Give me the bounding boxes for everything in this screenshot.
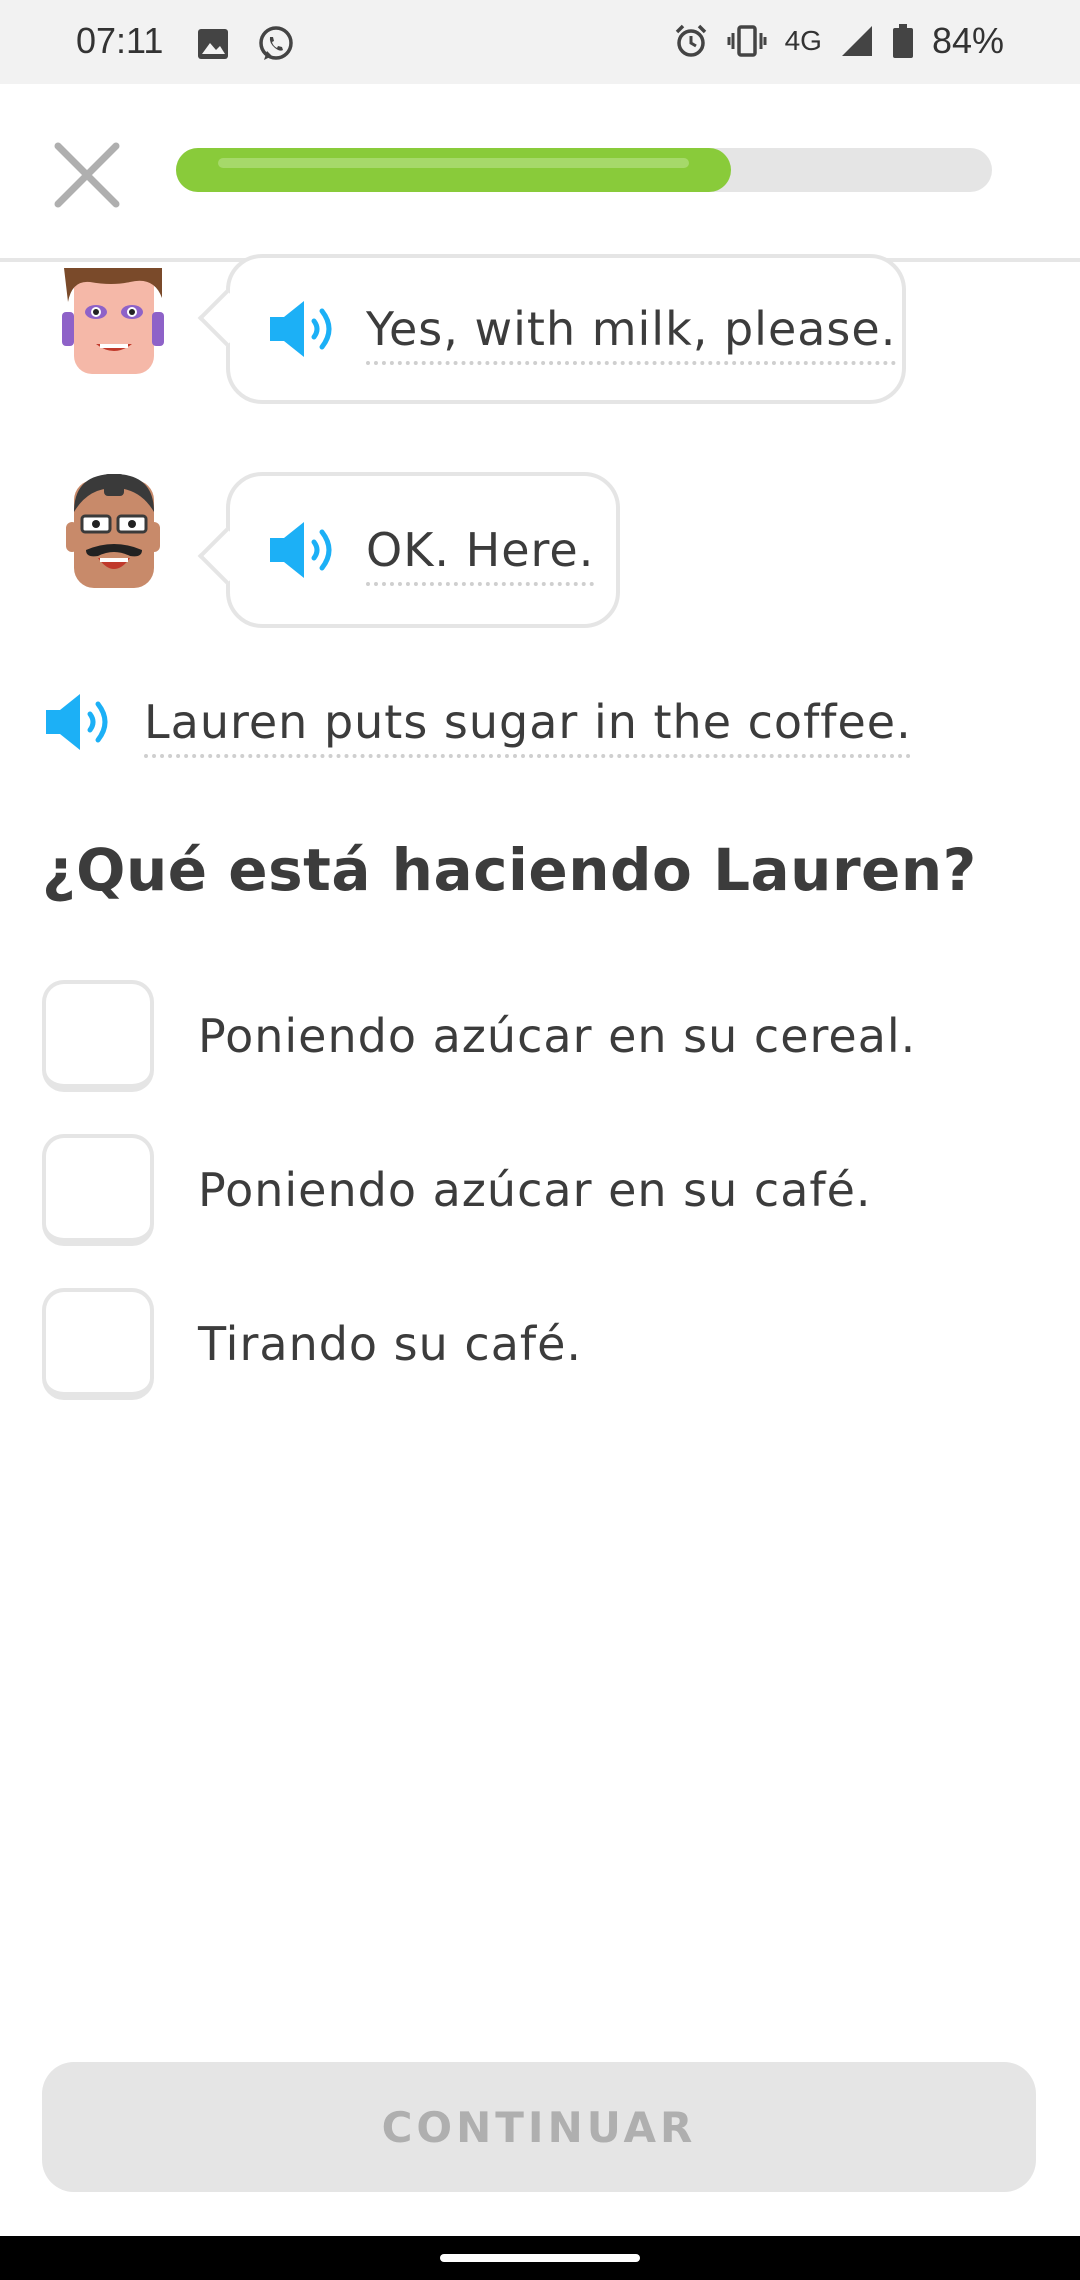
dialogue-text[interactable]: Yes, with milk, please. bbox=[366, 302, 896, 356]
option-checkbox[interactable] bbox=[42, 1134, 154, 1246]
status-bar: 07:11 4G 84% bbox=[0, 0, 1080, 84]
vibrate-icon bbox=[727, 25, 767, 57]
answer-option[interactable]: Tirando su café. bbox=[42, 1288, 1042, 1400]
speaker-icon[interactable] bbox=[42, 692, 120, 752]
status-time: 07:11 bbox=[76, 20, 164, 61]
option-label[interactable]: Poniendo azúcar en su cereal. bbox=[198, 1009, 916, 1063]
speech-bubble[interactable]: Yes, with milk, please. bbox=[197, 254, 906, 404]
continue-button[interactable]: CONTINUAR bbox=[42, 2062, 1036, 2192]
dialogue-text[interactable]: OK. Here. bbox=[366, 523, 594, 577]
question-title: ¿Qué está haciendo Lauren? bbox=[42, 836, 977, 904]
option-label[interactable]: Tirando su café. bbox=[198, 1317, 582, 1371]
speaker-icon[interactable] bbox=[266, 520, 344, 580]
progress-highlight bbox=[218, 158, 689, 168]
whatsapp-icon bbox=[259, 26, 293, 60]
home-indicator[interactable] bbox=[440, 2254, 640, 2262]
system-nav-bar bbox=[0, 2236, 1080, 2280]
image-icon bbox=[198, 29, 228, 59]
continue-label: CONTINUAR bbox=[381, 2102, 697, 2152]
signal-icon bbox=[841, 26, 872, 56]
narration: Lauren puts sugar in the coffee. bbox=[42, 692, 912, 752]
progress-fill bbox=[176, 148, 731, 192]
alarm-icon bbox=[675, 24, 706, 57]
answer-option[interactable]: Poniendo azúcar en su café. bbox=[42, 1134, 1042, 1246]
lesson-header bbox=[0, 84, 1080, 262]
speaker-icon[interactable] bbox=[266, 299, 344, 359]
option-checkbox[interactable] bbox=[42, 980, 154, 1092]
speech-bubble[interactable]: OK. Here. bbox=[197, 472, 620, 628]
battery-icon bbox=[892, 24, 913, 58]
woman-avatar bbox=[62, 268, 164, 374]
network-type: 4G bbox=[784, 25, 822, 56]
battery-level: 84% bbox=[931, 20, 1004, 61]
option-label[interactable]: Poniendo azúcar en su café. bbox=[198, 1163, 872, 1217]
man-avatar bbox=[66, 474, 160, 588]
answer-option[interactable]: Poniendo azúcar en su cereal. bbox=[42, 980, 1042, 1092]
progress-bar bbox=[176, 148, 992, 192]
close-button[interactable] bbox=[52, 140, 122, 210]
option-checkbox[interactable] bbox=[42, 1288, 154, 1400]
narration-text[interactable]: Lauren puts sugar in the coffee. bbox=[144, 695, 912, 749]
close-icon bbox=[54, 142, 120, 208]
